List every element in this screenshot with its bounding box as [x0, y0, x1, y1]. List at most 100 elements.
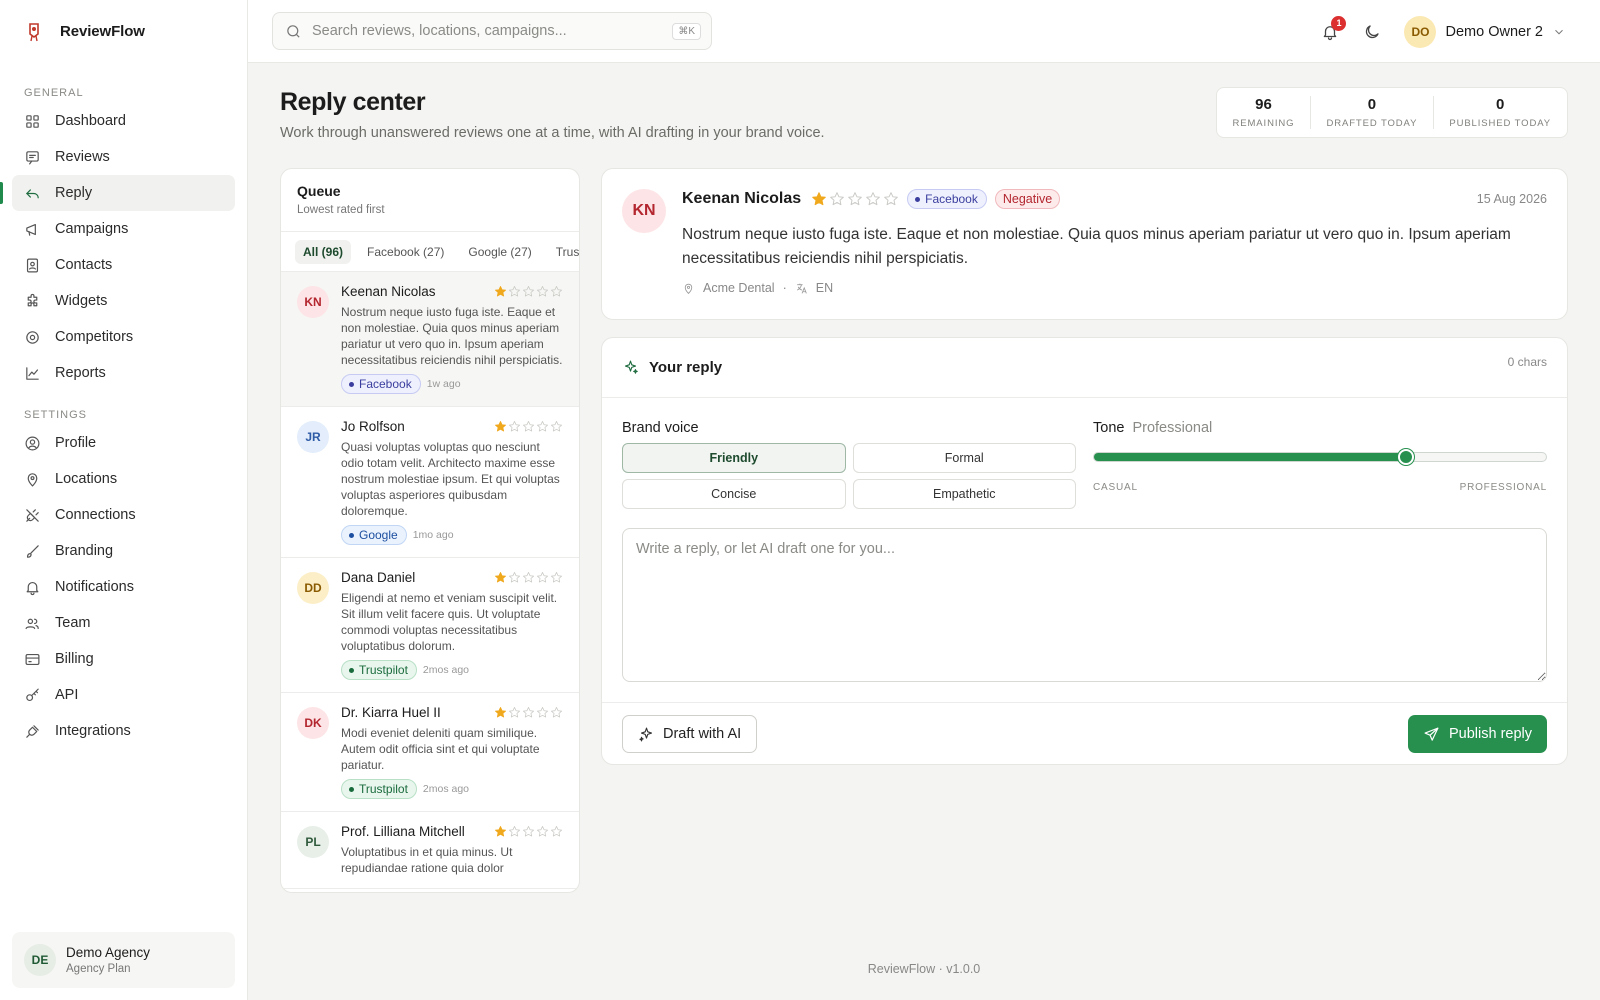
- map-pin-icon: [27, 472, 38, 486]
- star-filled-icon: [812, 192, 826, 206]
- page-subtitle: Work through unanswered reviews one at a…: [280, 125, 825, 141]
- queue-item-top: Jo Rolfson: [341, 419, 563, 434]
- sidebar-item-team[interactable]: Team: [12, 605, 235, 641]
- queue-tab-trustpilot[interactable]: Trustpilot (42): [548, 240, 579, 264]
- sidebar-item-billing[interactable]: Billing: [12, 641, 235, 677]
- user-menu[interactable]: DO Demo Owner 2: [1404, 15, 1566, 48]
- reply-card: Your reply 0 chars Brand voice Friendly F…: [601, 337, 1568, 765]
- rating-stars: [494, 825, 563, 838]
- draft-with-ai-button[interactable]: Draft with AI: [622, 715, 758, 753]
- queue-header: Queue Lowest rated first: [281, 169, 579, 232]
- search-input[interactable]: [312, 23, 663, 39]
- brand-voice-concise[interactable]: Concise: [622, 479, 846, 509]
- sidebar-item-branding[interactable]: Branding: [12, 533, 235, 569]
- map-pin-icon: [684, 283, 693, 294]
- sidebar-item-integrations[interactable]: Integrations: [12, 713, 235, 749]
- queue-item-meta: Trustpilot 2mos ago: [341, 779, 563, 799]
- sidebar-item-locations[interactable]: Locations: [12, 461, 235, 497]
- queue-item-meta: Facebook 1w ago: [341, 374, 563, 394]
- target-icon: [26, 330, 39, 344]
- workspace-plan: Agency Plan: [66, 963, 131, 975]
- sidebar-item-label: Locations: [55, 471, 118, 487]
- star-empty-icon: [522, 706, 535, 718]
- user-circle-icon: [25, 436, 40, 450]
- tone-label: Tone Professional: [1093, 420, 1212, 436]
- bell-icon: [26, 581, 39, 595]
- reviewer-avatar: KN: [622, 189, 666, 233]
- star-empty-icon: [508, 825, 521, 837]
- tone-min-label: CASUAL: [1093, 482, 1138, 493]
- brand-voice-options: Friendly Formal Concise Empathetic: [622, 443, 1076, 509]
- reply-title: Your reply: [649, 359, 723, 376]
- queue-item[interactable]: JR Jo Rolfson Quasi voluptas voluptas quo …: [281, 407, 579, 558]
- sidebar-item-competitors[interactable]: Competitors: [12, 319, 235, 355]
- star-empty-icon: [536, 285, 549, 297]
- review-meta: Acme Dental · EN: [682, 281, 833, 295]
- queue-item[interactable]: DD Dana Daniel Eligendi at nemo et veniam …: [281, 558, 579, 693]
- star-empty-icon: [550, 285, 563, 297]
- theme-toggle-button[interactable]: [1356, 16, 1388, 48]
- sidebar-item-label: Widgets: [55, 293, 108, 309]
- workspace-name: Demo Agency: [66, 945, 151, 960]
- queue-tab-facebook[interactable]: Facebook (27): [359, 240, 452, 264]
- logo-icon: [29, 22, 39, 41]
- sidebar-item-notifications[interactable]: Notifications: [12, 569, 235, 605]
- tone-max-label: PROFESSIONAL: [1459, 482, 1547, 493]
- sidebar-item-label: Billing: [55, 651, 94, 667]
- tone-slider[interactable]: [1093, 449, 1547, 465]
- sidebar-item-profile[interactable]: Profile: [12, 425, 235, 461]
- star-empty-icon: [550, 825, 563, 837]
- reply-footer: Draft with AI Publish reply: [602, 702, 1567, 764]
- brand-voice-empathetic[interactable]: Empathetic: [852, 479, 1076, 509]
- sidebar-item-dashboard[interactable]: Dashboard: [12, 103, 235, 139]
- source-badge: Trustpilot: [341, 660, 417, 680]
- footer: ReviewFlow · v1.0.0: [867, 962, 981, 976]
- queue-panel: Queue Lowest rated first All (96) Faceboo…: [280, 168, 580, 893]
- topbar-actions: 1 DO Demo Owner 2: [1304, 0, 1566, 63]
- sidebar-item-widgets[interactable]: Widgets: [12, 283, 235, 319]
- review-language: EN: [815, 281, 834, 295]
- sidebar-item-reports[interactable]: Reports: [12, 355, 235, 391]
- queue-item-meta: Google 1mo ago: [341, 525, 563, 545]
- sidebar-item-label: Team: [55, 615, 91, 631]
- review-excerpt: Modi eveniet deleniti quam similique. Au…: [341, 726, 540, 772]
- tone-value: Professional: [1132, 420, 1213, 436]
- time-ago: 1w ago: [426, 378, 461, 390]
- tone-slider-thumb[interactable]: [1397, 449, 1414, 465]
- tone-label-text: Tone: [1093, 420, 1125, 436]
- sidebar-item-connections[interactable]: Connections: [12, 497, 235, 533]
- star-empty-icon: [508, 420, 521, 432]
- brand[interactable]: ReviewFlow: [0, 0, 247, 63]
- star-empty-icon: [866, 192, 880, 206]
- notifications-button[interactable]: 1: [1314, 15, 1347, 48]
- nav-general: Dashboard Reviews Reply Campaigns Contacts Wi…: [0, 103, 247, 391]
- queue-title: Queue: [297, 183, 341, 199]
- sidebar-item-contacts[interactable]: Contacts: [12, 247, 235, 283]
- workspace-switcher[interactable]: DE Demo Agency Agency Plan: [12, 932, 235, 988]
- send-icon: [1424, 727, 1439, 741]
- megaphone-icon: [26, 223, 36, 236]
- stat-value: 0: [1367, 96, 1377, 113]
- sidebar: ReviewFlow GENERAL Dashboard Reviews Reply…: [0, 0, 248, 1000]
- reply-textarea[interactable]: [622, 528, 1547, 682]
- sidebar-item-reply[interactable]: Reply: [0, 175, 235, 211]
- queue-item-top: Prof. Lilliana Mitchell: [341, 824, 563, 839]
- queue-tab-all[interactable]: All (96): [295, 239, 352, 264]
- review-header: Keenan Nicolas Facebook Negative: [682, 189, 1061, 209]
- search-box[interactable]: ⌘K: [272, 12, 712, 50]
- queue-item[interactable]: DK Dr. Kiarra Huel II Modi eveniet delenit…: [281, 693, 579, 812]
- queue-item[interactable]: KN Keenan Nicolas Nostrum neque iusto fuga…: [281, 272, 579, 407]
- review-location: Acme Dental: [703, 281, 775, 295]
- brand-voice-formal[interactable]: Formal: [852, 443, 1076, 473]
- brand-voice-friendly[interactable]: Friendly: [622, 443, 846, 473]
- publish-reply-button[interactable]: Publish reply: [1407, 715, 1547, 753]
- queue-item[interactable]: PL Prof. Lilliana Mitchell Voluptatibus in…: [281, 812, 579, 889]
- sidebar-item-api[interactable]: API: [12, 677, 235, 713]
- content: Reply center Work through unanswered rev…: [248, 63, 1600, 1000]
- queue-item-body: Dana Daniel Eligendi at nemo et veniam su…: [341, 570, 563, 680]
- sidebar-item-campaigns[interactable]: Campaigns: [12, 211, 235, 247]
- sidebar-item-reviews[interactable]: Reviews: [12, 139, 235, 175]
- message-square-icon: [26, 150, 39, 164]
- queue-tab-google[interactable]: Google (27): [460, 240, 539, 264]
- user-avatar: DO: [1404, 15, 1437, 48]
